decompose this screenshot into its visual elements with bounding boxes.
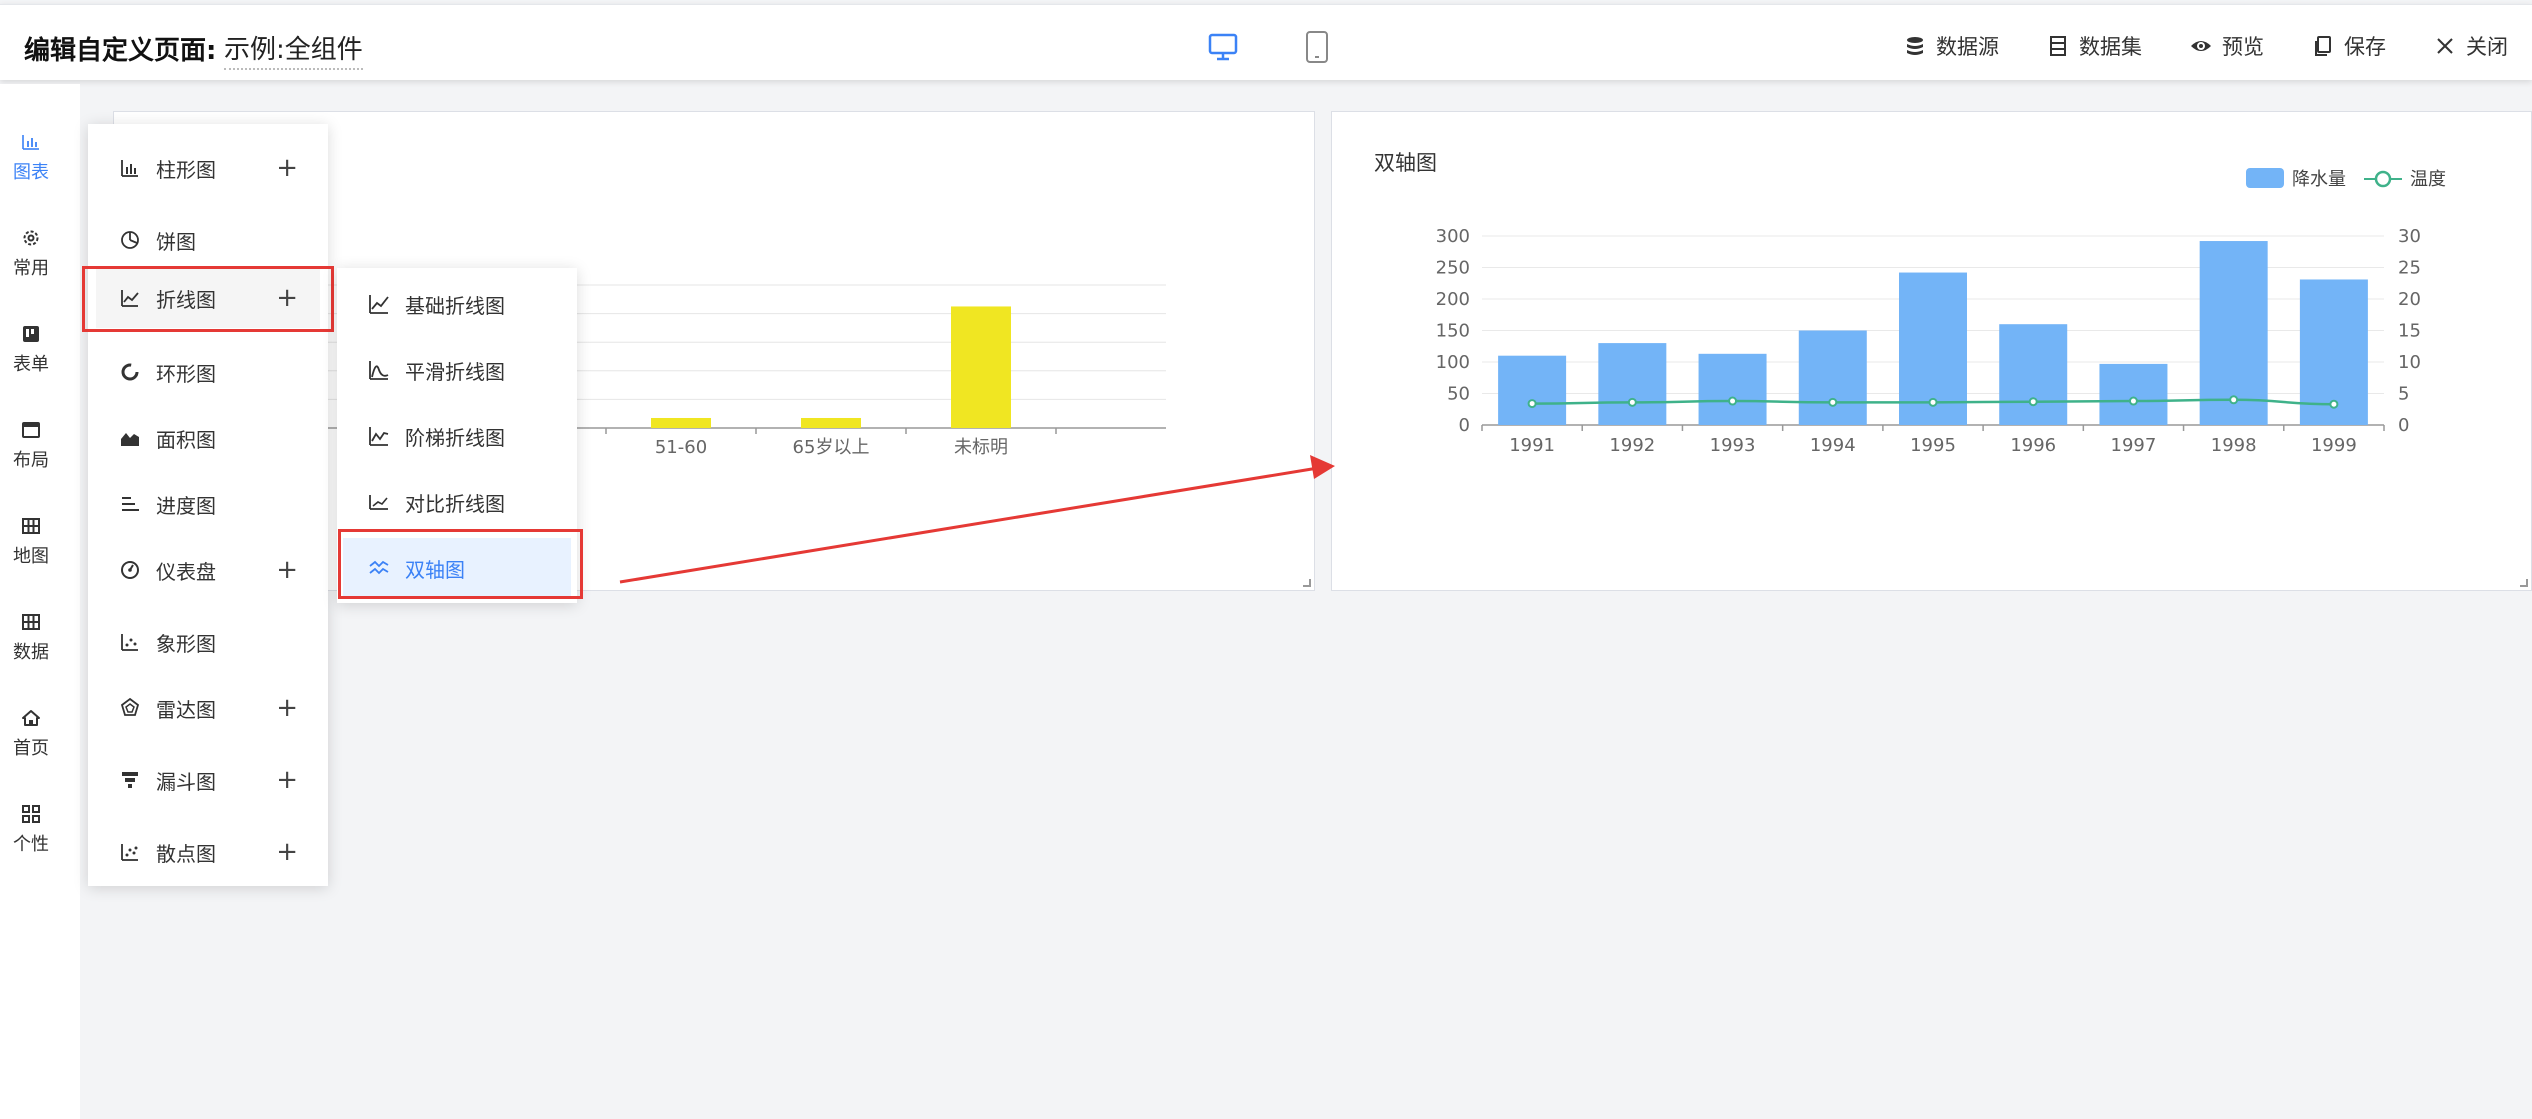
annotation-arrow: [619, 455, 1335, 584]
